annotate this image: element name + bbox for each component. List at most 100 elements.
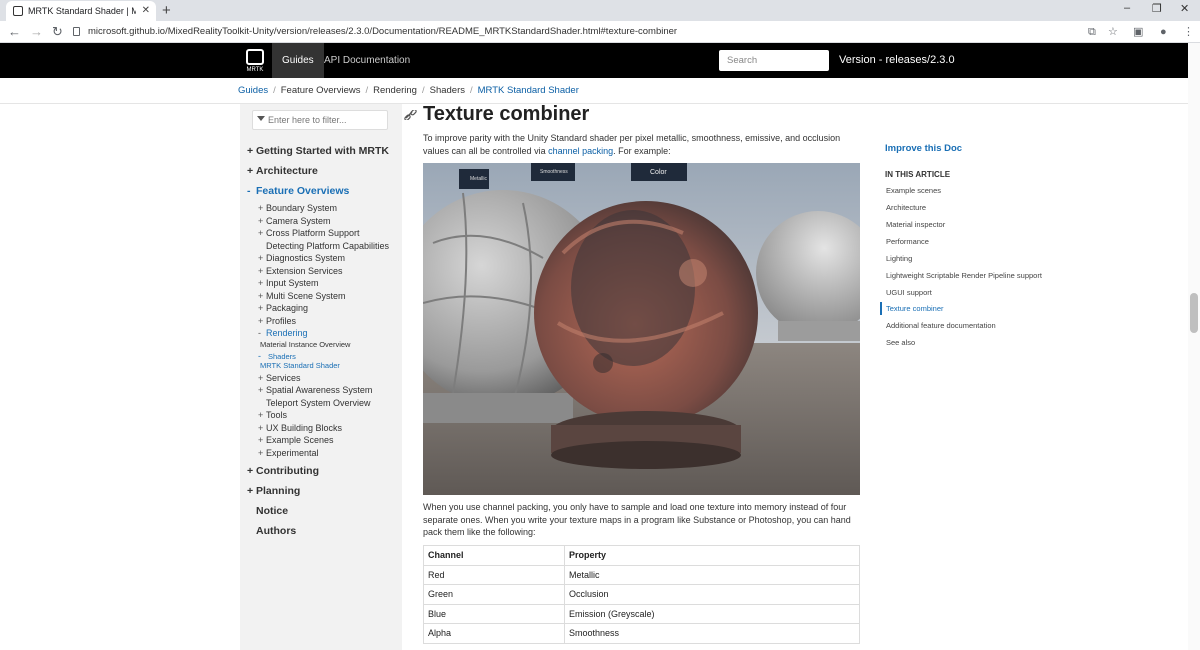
search-input[interactable]: Search xyxy=(719,50,829,71)
expand-icon: + xyxy=(258,422,264,433)
expand-icon: + xyxy=(247,465,254,477)
nav-api-documentation[interactable]: API Documentation xyxy=(314,43,420,78)
sidebar-item-label: Contributing xyxy=(256,465,319,477)
sidebar-item[interactable]: + Architecture xyxy=(247,165,318,177)
sidebar-item[interactable]: + UX Building Blocks xyxy=(258,423,342,433)
breadcrumb-separator: / xyxy=(273,85,276,96)
tab-close-icon[interactable]: ✕ xyxy=(142,1,150,21)
sidebar-item[interactable]: MRTK Standard Shader xyxy=(258,361,340,370)
article-toc-item[interactable]: Texture combiner xyxy=(886,304,944,313)
page-scrollbar[interactable] xyxy=(1188,43,1200,650)
scrollbar-thumb[interactable] xyxy=(1190,293,1198,333)
article-toc-item[interactable]: UGUI support xyxy=(886,288,932,297)
table-row: Alpha Smoothness xyxy=(423,623,860,644)
reload-button[interactable]: ↻ xyxy=(52,23,63,41)
breadcrumb-mrtk-standard-shader[interactable]: MRTK Standard Shader xyxy=(478,85,579,96)
minimize-button[interactable]: – xyxy=(1124,2,1130,14)
sidebar-item[interactable]: - Shaders xyxy=(258,351,296,361)
sidebar-item[interactable]: + Multi Scene System xyxy=(258,291,346,301)
expand-icon: + xyxy=(258,228,264,238)
sidebar-item-label: Detecting Platform Capabilities xyxy=(266,240,390,251)
expand-icon: + xyxy=(258,203,264,213)
cell-property: Smoothness xyxy=(564,623,860,644)
expand-icon: + xyxy=(258,303,264,313)
table-row: Blue Emission (Greyscale) xyxy=(423,603,860,624)
breadcrumb-rendering[interactable]: Rendering xyxy=(373,85,417,96)
collapse-icon: - xyxy=(247,185,251,197)
breadcrumb-shaders[interactable]: Shaders xyxy=(430,85,465,96)
sidebar-item[interactable]: + Tools xyxy=(258,410,287,420)
cell-property: Emission (Greyscale) xyxy=(564,603,860,624)
browser-tab[interactable]: MRTK Standard Shader | Mixed R ✕ xyxy=(6,1,156,21)
article-toc-item[interactable]: Lightweight Scriptable Render Pipeline s… xyxy=(886,271,1042,280)
breadcrumb: Guides / Feature Overviews / Rendering / Shade… xyxy=(238,85,579,96)
maximize-button[interactable]: ❐ xyxy=(1152,2,1162,15)
menu-kebab-icon[interactable]: ⋮ xyxy=(1183,26,1194,38)
breadcrumb-feature-overviews[interactable]: Feature Overviews xyxy=(281,85,361,96)
toc-filter-input[interactable]: Enter here to filter... xyxy=(252,110,388,130)
sidebar-item-label: Authors xyxy=(256,525,297,537)
sidebar-item-label: Experimental xyxy=(266,447,319,458)
sidebar-item[interactable]: - Feature Overviews xyxy=(247,185,349,197)
expand-icon: + xyxy=(258,265,264,276)
sidebar-item[interactable]: + Services xyxy=(258,373,301,383)
sidebar-item-label: Getting Started with MRTK xyxy=(256,145,389,157)
bookmark-star-icon[interactable]: ☆ xyxy=(1108,26,1118,38)
column-header-property: Property xyxy=(564,545,860,566)
version-selector[interactable]: Version - releases/2.3.0 xyxy=(839,43,955,78)
sidebar-item[interactable]: + Camera System xyxy=(258,216,331,226)
sidebar-item[interactable]: + Profiles xyxy=(258,316,296,326)
filter-placeholder: Enter here to filter... xyxy=(268,115,347,125)
channel-packing-link[interactable]: channel packing xyxy=(548,146,613,156)
sidebar-item[interactable]: + Diagnostics System xyxy=(258,253,345,263)
close-window-button[interactable]: ✕ xyxy=(1180,2,1189,15)
sign-color: Color xyxy=(650,169,667,176)
sidebar-item[interactable]: + Input System xyxy=(258,278,319,288)
article-toc-item[interactable]: Lighting xyxy=(886,254,912,263)
profile-icon[interactable]: ● xyxy=(1160,26,1167,38)
translate-icon[interactable]: ⧉ xyxy=(1088,26,1096,38)
mrtk-logo[interactable]: MRTK xyxy=(244,47,266,75)
article-toc-item[interactable]: Example scenes xyxy=(886,186,941,195)
sidebar-item-label: Example Scenes xyxy=(266,435,334,445)
sidebar-item[interactable]: Teleport System Overview xyxy=(258,398,371,408)
sidebar-item[interactable]: Authors xyxy=(247,525,296,537)
sidebar-item[interactable]: + Spatial Awareness System xyxy=(258,385,372,395)
back-button[interactable]: ← xyxy=(8,23,21,41)
article-toc-item[interactable]: Material inspector xyxy=(886,220,945,229)
cell-channel: Red xyxy=(423,564,565,585)
in-this-article-heading: IN THIS ARTICLE xyxy=(885,170,951,179)
sidebar-item[interactable]: + Packaging xyxy=(258,303,308,313)
breadcrumb-guides[interactable]: Guides xyxy=(238,85,268,96)
sidebar-item[interactable]: + Getting Started with MRTK xyxy=(247,145,389,157)
sidebar-item[interactable]: + Example Scenes xyxy=(258,435,334,445)
sidebar-item[interactable]: - Rendering xyxy=(258,328,308,338)
sidebar-item[interactable]: Detecting Platform Capabilities xyxy=(258,241,389,251)
article-toc-item[interactable]: Additional feature documentation xyxy=(886,321,996,330)
anchor-link-icon[interactable] xyxy=(404,110,418,120)
address-bar: ← → ↻ microsoft.github.io/MixedRealityTo… xyxy=(0,21,1200,43)
article-toc-item[interactable]: Architecture xyxy=(886,203,926,212)
forward-button[interactable]: → xyxy=(30,23,43,41)
sidebar-item[interactable]: Notice xyxy=(247,505,288,517)
sidebar-item[interactable]: + Boundary System xyxy=(258,203,337,213)
sidebar-item[interactable]: + Planning xyxy=(247,485,300,497)
extension-icon[interactable]: ▣ xyxy=(1133,26,1143,38)
sidebar-item[interactable]: Material Instance Overview xyxy=(258,340,350,349)
sidebar-item-label: Camera System xyxy=(266,215,331,226)
url-field[interactable]: microsoft.github.io/MixedRealityToolkit-… xyxy=(88,25,677,39)
sidebar-item[interactable]: + Cross Platform Support xyxy=(258,228,360,238)
sidebar-item[interactable]: + Contributing xyxy=(247,465,319,477)
sidebar-item[interactable]: + Extension Services xyxy=(258,266,343,276)
article-toc-item[interactable]: Performance xyxy=(886,237,929,246)
expand-icon: + xyxy=(258,215,264,226)
article-toc-item[interactable]: See also xyxy=(886,338,915,347)
cell-channel: Alpha xyxy=(423,623,565,644)
sign-metallic: Metallic xyxy=(470,176,487,182)
new-tab-button[interactable]: + xyxy=(162,2,171,19)
sidebar-item-label: Diagnostics System xyxy=(266,253,346,263)
sidebar-item[interactable]: + Experimental xyxy=(258,448,319,458)
improve-this-doc-link[interactable]: Improve this Doc xyxy=(885,143,962,154)
channel-property-table: Channel Property Red Metallic Green Occl… xyxy=(423,545,860,644)
texture-combiner-figure: Metallic Smoothness Color xyxy=(423,163,860,495)
